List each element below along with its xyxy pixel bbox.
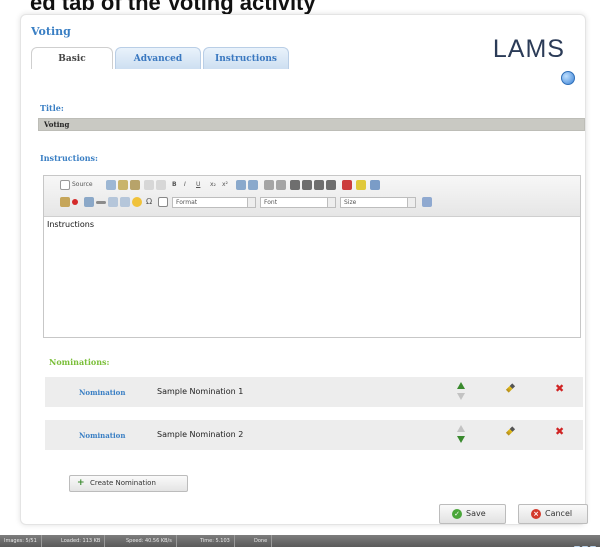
title-input[interactable]: Voting: [38, 118, 585, 131]
move-up-icon[interactable]: [457, 382, 465, 389]
instructions-label: Instructions:: [40, 153, 99, 163]
font-select-arrow-icon: [327, 198, 335, 207]
tab-advanced[interactable]: Advanced: [115, 47, 201, 69]
font-select[interactable]: Font: [260, 197, 336, 208]
cut-icon[interactable]: [106, 180, 116, 190]
nomination-row: Nomination Sample Nomination 2 ✖: [45, 420, 583, 450]
spell-check-icon[interactable]: [422, 197, 432, 207]
table-icon[interactable]: [84, 197, 94, 207]
indent-icon[interactable]: [276, 180, 286, 190]
align-left-icon[interactable]: [290, 180, 300, 190]
status-time: Time: 5.103: [196, 535, 235, 547]
authoring-panel: Voting LAMS Basic Advanced Instructions …: [20, 14, 588, 525]
browser-status-bar: Images: 5/51 Loaded: 113 KB Speed: 40.56…: [0, 535, 600, 547]
move-down-icon: [457, 393, 465, 400]
create-nomination-button[interactable]: + Create Nomination: [69, 475, 188, 492]
align-right-icon[interactable]: [314, 180, 324, 190]
template-icon[interactable]: [108, 197, 118, 207]
subscript-icon[interactable]: x₂: [210, 180, 216, 190]
image-icon[interactable]: [60, 197, 70, 207]
caption-banner: ed tab of the Voting activity: [0, 0, 600, 14]
lams-logo: LAMS: [492, 35, 565, 63]
status-images: Images: 5/51: [0, 535, 42, 547]
status-speed: Speed: 40.56 KB/s: [122, 535, 177, 547]
move-up-icon: [457, 425, 465, 432]
underline-icon[interactable]: U: [196, 180, 200, 190]
numbered-list-icon[interactable]: [236, 180, 246, 190]
horizontal-rule-icon[interactable]: [96, 201, 106, 204]
italic-icon[interactable]: I: [184, 180, 186, 190]
special-char-icon[interactable]: Ω: [146, 197, 152, 207]
nomination-text: Sample Nomination 1: [157, 387, 244, 396]
delete-icon[interactable]: ✖: [555, 383, 564, 395]
link-icon[interactable]: [370, 180, 380, 190]
create-nomination-label: Create Nomination: [90, 479, 156, 487]
tab-basic[interactable]: Basic: [31, 47, 113, 69]
edit-pencil-icon[interactable]: [505, 383, 516, 393]
bulleted-list-icon[interactable]: [248, 180, 258, 190]
move-down-icon[interactable]: [457, 436, 465, 443]
caption-text: ed tab of the Voting activity: [30, 0, 316, 14]
undo-icon[interactable]: [144, 180, 154, 190]
help-icon[interactable]: [561, 71, 575, 85]
background-color-icon[interactable]: [356, 180, 366, 190]
flash-icon[interactable]: [72, 199, 78, 205]
status-tray: [572, 537, 596, 547]
font-select-label: Font: [264, 199, 278, 206]
preview-icon[interactable]: [158, 197, 168, 207]
justify-icon[interactable]: [326, 180, 336, 190]
source-button[interactable]: Source: [72, 180, 93, 190]
source-icon[interactable]: [60, 180, 70, 190]
size-select-arrow-icon: [407, 198, 415, 207]
size-select-label: Size: [344, 199, 357, 206]
copy-icon[interactable]: [118, 180, 128, 190]
page-break-icon[interactable]: [120, 197, 130, 207]
save-label: Save: [466, 509, 486, 518]
size-select[interactable]: Size: [340, 197, 416, 208]
status-loaded: Loaded: 113 KB: [57, 535, 106, 547]
outdent-icon[interactable]: [264, 180, 274, 190]
nomination-row: Nomination Sample Nomination 1 ✖: [45, 377, 583, 407]
format-select[interactable]: Format: [172, 197, 256, 208]
paste-icon[interactable]: [130, 180, 140, 190]
status-done: Done: [250, 535, 273, 547]
align-center-icon[interactable]: [302, 180, 312, 190]
nomination-link[interactable]: Nomination: [79, 388, 125, 397]
check-icon: [452, 509, 462, 519]
bold-icon[interactable]: B: [172, 180, 177, 190]
editor-toolbar: Source B I U x₂ x² Ω Format Font Size: [44, 176, 580, 217]
instructions-textarea[interactable]: Instructions: [44, 218, 580, 338]
nomination-text: Sample Nomination 2: [157, 430, 244, 439]
nominations-label: Nominations:: [49, 357, 110, 367]
smiley-icon[interactable]: [132, 197, 142, 207]
format-select-arrow-icon: [247, 198, 255, 207]
format-select-label: Format: [176, 199, 198, 206]
plus-icon: +: [77, 478, 85, 488]
page-title: Voting: [31, 25, 71, 38]
redo-icon[interactable]: [156, 180, 166, 190]
title-label: Title:: [40, 103, 64, 113]
edit-pencil-icon[interactable]: [505, 426, 516, 436]
instructions-editor: Source B I U x₂ x² Ω Format Font Size In…: [43, 175, 581, 338]
tab-instructions[interactable]: Instructions: [203, 47, 289, 69]
cancel-label: Cancel: [545, 509, 573, 518]
nomination-link[interactable]: Nomination: [79, 431, 125, 440]
text-color-icon[interactable]: [342, 180, 352, 190]
delete-icon[interactable]: ✖: [555, 426, 564, 438]
cancel-button[interactable]: Cancel: [518, 504, 588, 524]
cancel-x-icon: [531, 509, 541, 519]
superscript-icon[interactable]: x²: [222, 180, 228, 190]
save-button[interactable]: Save: [439, 504, 506, 524]
